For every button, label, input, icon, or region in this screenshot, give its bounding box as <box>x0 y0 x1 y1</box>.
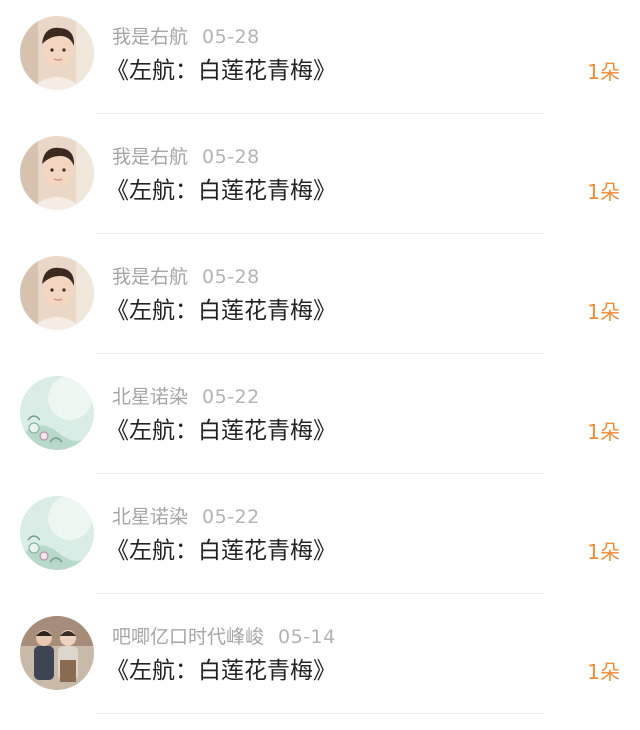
boy-portrait-avatar[interactable] <box>20 256 94 330</box>
post-date: 05-28 <box>202 26 260 48</box>
item-meta: 我是右航 05-28 <box>112 264 260 290</box>
post-date: 05-22 <box>202 386 260 408</box>
divider <box>96 473 544 474</box>
gift-title[interactable]: 《左航：白莲花青梅》 <box>106 54 336 88</box>
item-meta: 我是右航 05-28 <box>112 144 260 170</box>
username[interactable]: 我是右航 <box>112 146 188 168</box>
item-meta: 北星诺染 05-22 <box>112 504 260 530</box>
two-people-avatar[interactable] <box>20 616 94 690</box>
gift-list: 我是右航 05-28 《左航：白莲花青梅》 1朵 我是右航 05-28 《左航：白莲… <box>0 0 640 730</box>
gift-title[interactable]: 《左航：白莲花青梅》 <box>106 414 336 448</box>
list-item[interactable]: 我是右航 05-28 《左航：白莲花青梅》 1朵 <box>0 0 640 120</box>
divider <box>96 353 544 354</box>
boy-portrait-avatar[interactable] <box>20 136 94 210</box>
item-meta: 北星诺染 05-22 <box>112 384 260 410</box>
username[interactable]: 我是右航 <box>112 26 188 48</box>
boy-portrait-avatar[interactable] <box>20 16 94 90</box>
post-date: 05-14 <box>278 626 336 648</box>
floral-teal-avatar[interactable] <box>20 376 94 450</box>
list-item[interactable]: 我是右航 05-28 《左航：白莲花青梅》 1朵 <box>0 120 640 240</box>
username[interactable]: 北星诺染 <box>112 386 188 408</box>
post-date: 05-28 <box>202 146 260 168</box>
divider <box>96 233 544 234</box>
gift-count: 1朵 <box>587 180 620 204</box>
gift-count: 1朵 <box>587 420 620 444</box>
list-item[interactable]: 北星诺染 05-22 《左航：白莲花青梅》 1朵 <box>0 480 640 600</box>
gift-count: 1朵 <box>587 660 620 684</box>
divider <box>96 593 544 594</box>
list-item[interactable]: 我是右航 05-28 《左航：白莲花青梅》 1朵 <box>0 240 640 360</box>
item-meta: 吧唧亿口时代峰峻 05-14 <box>112 624 336 650</box>
gift-title[interactable]: 《左航：白莲花青梅》 <box>106 534 336 568</box>
username[interactable]: 我是右航 <box>112 266 188 288</box>
gift-title[interactable]: 《左航：白莲花青梅》 <box>106 174 336 208</box>
gift-title[interactable]: 《左航：白莲花青梅》 <box>106 654 336 688</box>
gift-count: 1朵 <box>587 60 620 84</box>
gift-title[interactable]: 《左航：白莲花青梅》 <box>106 294 336 328</box>
post-date: 05-28 <box>202 266 260 288</box>
item-meta: 我是右航 05-28 <box>112 24 260 50</box>
gift-count: 1朵 <box>587 540 620 564</box>
username[interactable]: 吧唧亿口时代峰峻 <box>112 626 264 648</box>
list-item[interactable]: 北星诺染 05-22 《左航：白莲花青梅》 1朵 <box>0 360 640 480</box>
post-date: 05-22 <box>202 506 260 528</box>
list-item[interactable]: 吧唧亿口时代峰峻 05-14 《左航：白莲花青梅》 1朵 <box>0 600 640 720</box>
floral-teal-avatar[interactable] <box>20 496 94 570</box>
divider <box>96 113 544 114</box>
gift-count: 1朵 <box>587 300 620 324</box>
divider <box>96 713 544 714</box>
username[interactable]: 北星诺染 <box>112 506 188 528</box>
